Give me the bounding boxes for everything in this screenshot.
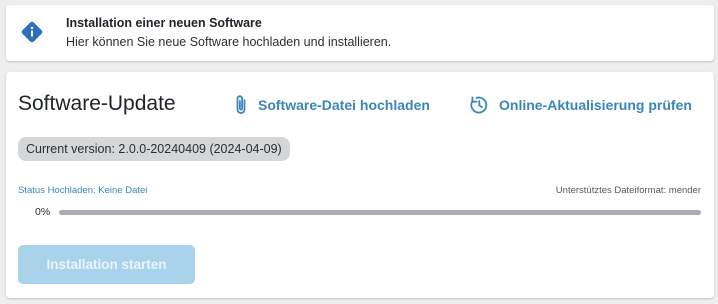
software-update-card: Software-Update Software-Datei hochladen…	[6, 72, 714, 298]
upload-progress-bar	[59, 210, 701, 215]
upload-status-label: Status Hochladen: Keine Datei	[18, 185, 148, 196]
upload-file-button[interactable]: Software-Datei hochladen	[234, 92, 430, 118]
info-title: Installation einer neuen Software	[66, 16, 262, 30]
current-version-badge: Current version: 2.0.0-20240409 (2024-04…	[18, 137, 290, 161]
start-installation-button[interactable]: Installation starten	[18, 245, 195, 284]
page-title: Software-Update	[18, 92, 176, 115]
online-update-check-button[interactable]: Online-Aktualisierung prüfen	[469, 92, 692, 118]
refresh-clock-icon	[470, 96, 488, 114]
paperclip-icon	[236, 95, 246, 114]
upload-file-label: Software-Datei hochladen	[258, 97, 430, 113]
info-icon	[21, 21, 43, 43]
online-update-label: Online-Aktualisierung prüfen	[499, 97, 692, 113]
info-banner: Installation einer neuen Software Hier k…	[6, 5, 714, 61]
info-subtitle: Hier können Sie neue Software hochladen …	[66, 35, 392, 49]
supported-format-label: Unterstütztes Dateiformat: mender	[555, 185, 701, 196]
progress-percent: 0%	[35, 206, 51, 218]
